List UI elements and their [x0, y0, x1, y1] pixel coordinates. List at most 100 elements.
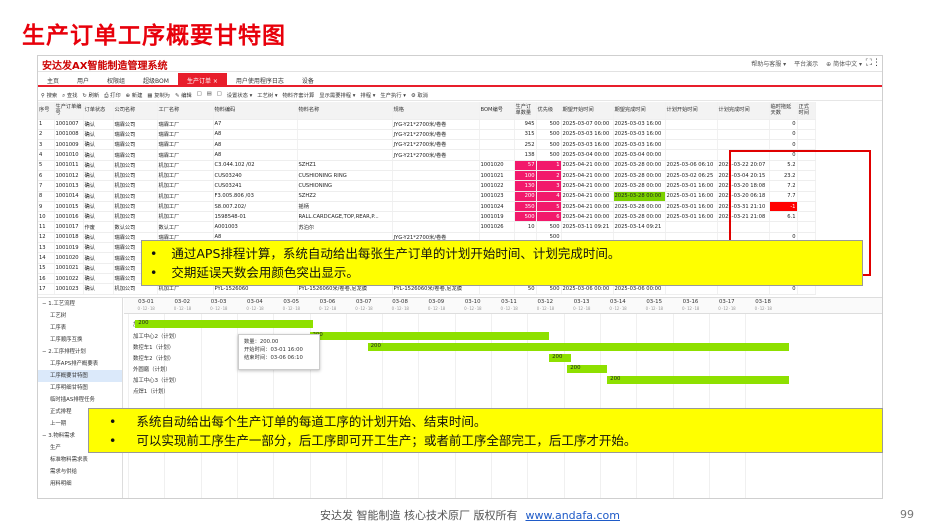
column-header[interactable]: 生产订单编号: [54, 102, 84, 120]
table-cell: 1001022: [479, 180, 515, 192]
table-row[interactable]: 9 1001015 确认 机加公司 机加工厂 S8.007.202/摇柄 1001024 35…: [38, 201, 816, 213]
table-cell: 1001013: [54, 180, 84, 192]
toolbar-button[interactable]: ▦ 复制为: [147, 91, 170, 100]
table-row[interactable]: 4 1001010 确认 瑞霖公司 瑞霖工厂 A8 JYG-Y21*2700米/卷卷 138 5…: [38, 149, 816, 161]
table-cell: JYG-Y21*2700米/卷卷: [392, 119, 480, 130]
gantt-bar[interactable]: [309, 332, 550, 340]
table-cell: 机加工厂: [157, 170, 214, 182]
toolbar-button[interactable]: ⊕ 新建: [126, 91, 143, 100]
table-cell: 2025-03-28 00:00: [613, 191, 666, 202]
table-cell: [665, 129, 718, 141]
table-cell: 1001022: [54, 273, 84, 285]
language-select[interactable]: ⊕ 简体中文 ▾: [826, 59, 862, 68]
column-header[interactable]: 工厂名称: [157, 102, 214, 120]
table-row[interactable]: 5 1001011 确认 机加公司 机加工厂 C3.044.102 /02 SZHZ1 100…: [38, 160, 816, 171]
tree-item[interactable]: 标准物料需求表: [38, 454, 122, 466]
table-cell: 500: [536, 139, 562, 151]
table-row[interactable]: 7 1001013 确认 机加公司 机加工厂 CUS03241 CUSHIONING 1001…: [38, 180, 816, 192]
table-row[interactable]: 11 1001017 作废 数认公司 数认工厂 A001003 苏泊尔 1001026 10 50…: [38, 221, 816, 233]
table-row[interactable]: 6 1001012 确认 机加公司 机加工厂 CUS03240 CUSHIONING RIN…: [38, 170, 816, 182]
tree-item[interactable]: 工序APS排产概要表: [38, 358, 122, 370]
column-header[interactable]: 规格: [392, 102, 480, 120]
toolbar-button[interactable]: 显示需要排程 ▾: [319, 91, 355, 100]
table-row[interactable]: 1 1001007 确认 瑞霖公司 瑞霖工厂 A7 JYG-Y21*2700米/卷卷 945 5…: [38, 119, 816, 130]
tree-item[interactable]: 工序明细甘特图: [38, 382, 122, 394]
tree-item[interactable]: − 2.工序排程计划: [38, 346, 122, 358]
toolbar-button[interactable]: ✎ 编辑: [175, 91, 192, 100]
tree-item[interactable]: 需求与供给: [38, 466, 122, 478]
toolbar-button[interactable]: 排程 ▾: [360, 91, 375, 100]
tree-item[interactable]: 工序表: [38, 322, 122, 334]
column-header[interactable]: 期望开始时间: [561, 102, 614, 120]
tree-item[interactable]: 用料明细: [38, 478, 122, 490]
gridline: [128, 314, 129, 498]
column-header[interactable]: 优先级: [536, 102, 562, 120]
column-header[interactable]: 物料名称: [297, 102, 393, 120]
menu-item[interactable]: 权限组: [98, 73, 134, 85]
table-cell: 1001019: [479, 211, 515, 223]
gantt-bar[interactable]: [367, 343, 789, 351]
tree-item[interactable]: 临时插AS排程任务: [38, 394, 122, 406]
gridline: [491, 314, 492, 498]
toolbar-button[interactable]: ▤: [207, 91, 212, 100]
menu-item[interactable]: 生产订单 ×: [177, 73, 227, 85]
table-cell: 瑞霖工厂: [157, 149, 214, 161]
table-cell: 瑞霖工厂: [157, 119, 214, 130]
table-cell: 7: [38, 180, 55, 192]
table-cell: 0: [769, 139, 798, 151]
help-menu[interactable]: 帮助与客服 ▾: [751, 59, 786, 68]
column-header[interactable]: 正式时间: [797, 102, 816, 120]
more-icon[interactable]: ⋮: [872, 58, 881, 68]
column-header[interactable]: 计划开始时间: [665, 102, 718, 120]
tree-item[interactable]: 工序概要甘特图: [38, 370, 122, 382]
toolbar-button[interactable]: ↻ 刷新: [82, 91, 99, 100]
table-cell: 500: [536, 129, 562, 141]
toolbar-button[interactable]: ⚲ 搜索: [41, 91, 57, 100]
toolbar-button[interactable]: 工艺树 ▾: [257, 91, 277, 100]
menu-item[interactable]: 用户使用程序日志: [227, 73, 293, 85]
table-cell: 确认: [83, 149, 114, 161]
column-header[interactable]: 序号: [38, 102, 55, 120]
table-cell: 2025-03-03 16:00: [613, 139, 666, 151]
column-header[interactable]: 公司名称: [113, 102, 158, 120]
column-header[interactable]: 计划完成时间: [717, 102, 770, 120]
menu-item[interactable]: 主页: [38, 73, 68, 85]
gantt-bar[interactable]: [135, 320, 314, 328]
toolbar-button[interactable]: 设置状态 ▾: [227, 91, 253, 100]
footer-link[interactable]: www.andafa.com: [525, 509, 620, 522]
table-row[interactable]: 2 1001008 确认 瑞霖公司 瑞霖工厂 A8 JYG-Y21*2700米/卷卷 315 5…: [38, 129, 816, 141]
column-header[interactable]: BOM编号: [479, 102, 515, 120]
page-number: 99: [900, 508, 914, 521]
toolbar-button[interactable]: ⌕ 查找: [62, 91, 77, 100]
toolbar-button[interactable]: 物料齐套计算: [283, 91, 315, 100]
table-cell: 945: [514, 119, 537, 130]
column-header[interactable]: 订单状态: [83, 102, 114, 120]
toolbar-button[interactable]: ⚙ 取消: [411, 91, 428, 100]
table-cell: 500: [536, 119, 562, 130]
timeline-date: 03-15: [646, 299, 663, 305]
tree-item[interactable]: 工序顺序互换: [38, 334, 122, 346]
column-header[interactable]: 期望完成时间: [613, 102, 666, 120]
table-row[interactable]: 8 1001014 确认 机加公司 机加工厂 F3.005.806 /03 SZHZ2 100…: [38, 191, 816, 202]
column-header[interactable]: 临时拖延天数: [769, 102, 798, 120]
tree-item[interactable]: − 1.工艺流程: [38, 298, 122, 310]
timeline-date: 03-04: [247, 299, 263, 305]
table-row[interactable]: 10 1001016 确认 机加公司 机加工厂 1598548-01 RALL.CARDCA…: [38, 211, 816, 223]
toolbar-button[interactable]: □: [197, 91, 202, 100]
toolbar: ⚲ 搜索 ⌕ 查找 ↻ 刷新 ⎙ 打印 ⊕ 新建 ▦ 复制为 ✎ 编辑 □ ▤ □ 设置状态 ▾ 工艺…: [38, 88, 882, 101]
column-header[interactable]: 物料编码: [213, 102, 298, 120]
toolbar-button[interactable]: □: [217, 91, 222, 100]
menu-item[interactable]: 超级BOM: [134, 73, 178, 85]
menu-item[interactable]: 用户: [68, 73, 98, 85]
menu-item[interactable]: 设备: [293, 73, 323, 85]
toolbar-button[interactable]: ⎙ 打印: [104, 91, 121, 100]
table-row[interactable]: 3 1001009 确认 瑞霖公司 瑞霖工厂 A8 JYG-Y21*2700米/卷卷 252 5…: [38, 139, 816, 151]
tree-item[interactable]: 工艺树: [38, 310, 122, 322]
table-cell: 1001007: [54, 119, 84, 130]
toolbar-button[interactable]: 生产执行 ▾: [380, 91, 406, 100]
table-cell: 100: [514, 170, 537, 182]
gantt-bar[interactable]: [607, 376, 789, 384]
column-header[interactable]: 生产订单数量: [514, 102, 537, 120]
gridline: [200, 314, 202, 498]
demo-link[interactable]: 平台演示: [794, 59, 818, 68]
